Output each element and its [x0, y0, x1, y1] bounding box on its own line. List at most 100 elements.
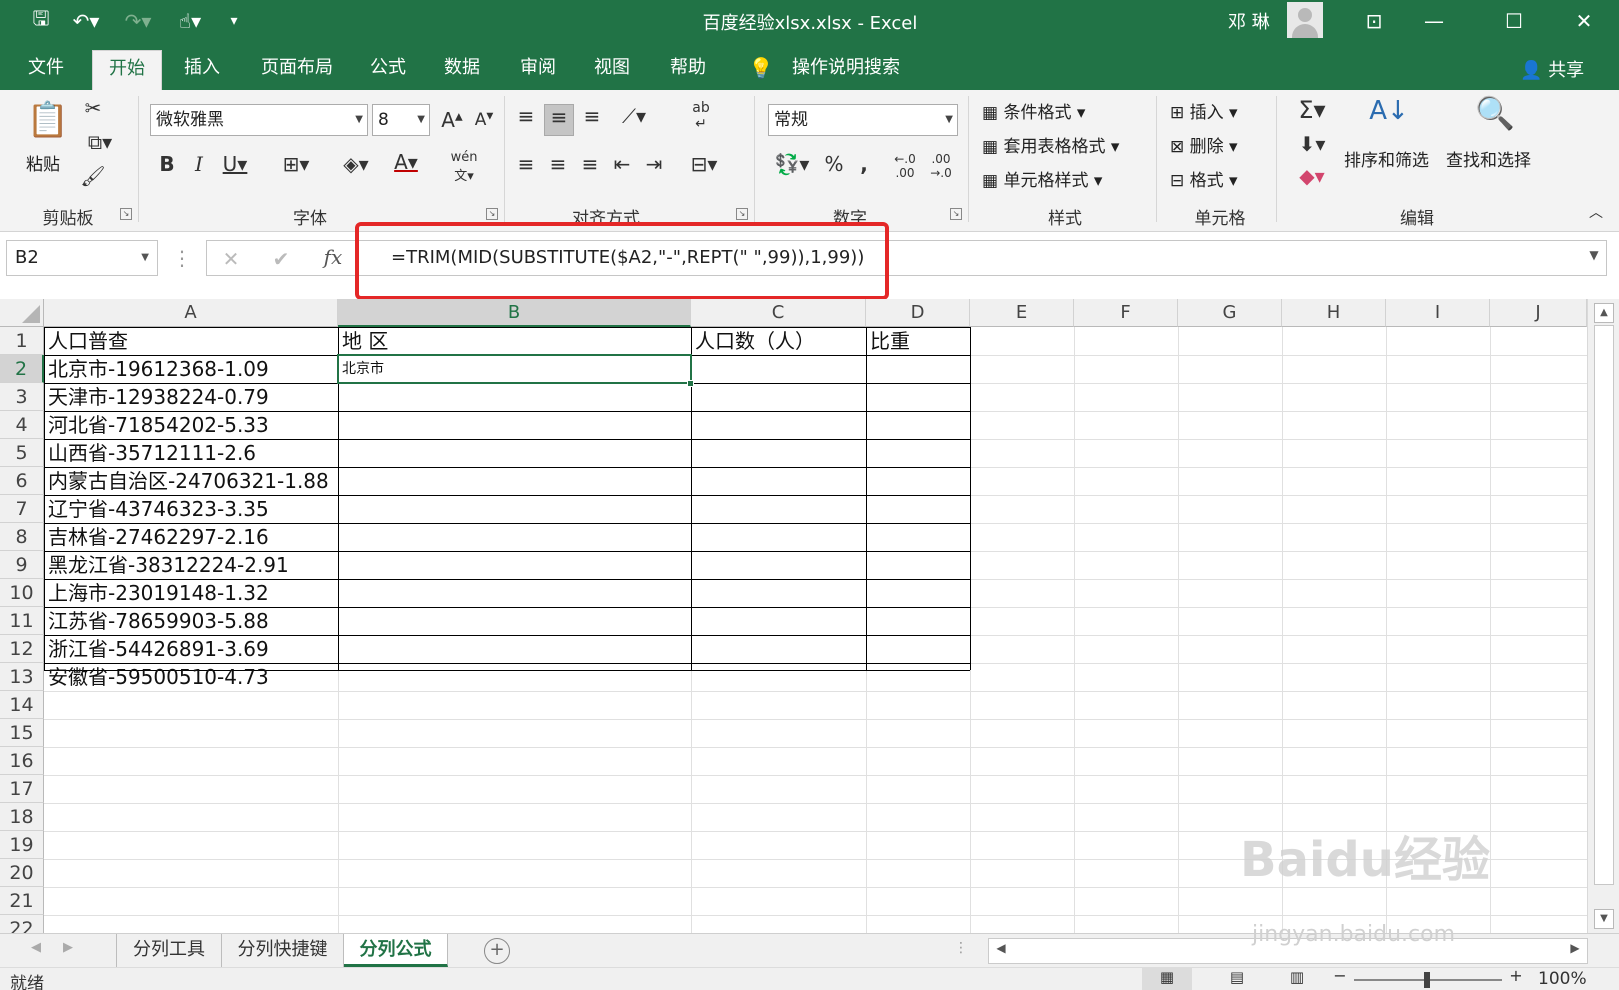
formula-input[interactable]: =TRIM(MID(SUBSTITUTE($A2,"-",REPT(" ",99… [356, 240, 1607, 276]
cell-b1[interactable]: 地 区 [339, 327, 388, 355]
tab-page-layout[interactable]: 页面布局 [252, 50, 342, 90]
close-icon[interactable]: ✕ [1554, 0, 1614, 42]
tell-me-search[interactable]: 操作说明搜索 [786, 50, 906, 90]
tab-file[interactable]: 文件 [18, 50, 74, 90]
col-header-e[interactable]: E [970, 299, 1074, 327]
tab-review[interactable]: 审阅 [510, 50, 566, 90]
row-header[interactable]: 5 [0, 439, 44, 467]
merge-center-icon[interactable]: ⊟▾ [682, 152, 726, 176]
autosum-icon[interactable]: Σ▾ [1292, 96, 1332, 124]
row-header[interactable]: 17 [0, 775, 44, 803]
clear-icon[interactable]: ◆▾ [1292, 164, 1332, 188]
paste-label[interactable]: 粘贴 [26, 150, 60, 175]
cell-c1[interactable]: 人口数（人） [692, 327, 815, 355]
underline-icon[interactable]: U▾ [218, 152, 252, 176]
decrease-indent-icon[interactable]: ⇤ [608, 152, 636, 176]
cell-a[interactable]: 吉林省-27462297-2.16 [45, 523, 269, 551]
row-header[interactable]: 6 [0, 467, 44, 495]
zoom-level[interactable]: 100% [1538, 969, 1587, 989]
avatar[interactable] [1287, 2, 1323, 38]
row-header[interactable]: 13 [0, 663, 44, 691]
cell-a[interactable]: 浙江省-54426891-3.69 [45, 635, 269, 663]
col-header-h[interactable]: H [1282, 299, 1386, 327]
row-header[interactable]: 19 [0, 831, 44, 859]
font-name-combo[interactable]: 微软雅黑 ▼ [150, 104, 368, 136]
name-box[interactable]: B2 ▼ [6, 240, 158, 276]
row-header[interactable]: 22 [0, 915, 44, 933]
cell-a[interactable]: 安徽省-59500510-4.73 [45, 663, 269, 691]
comma-style-icon[interactable]: , [854, 152, 874, 176]
vertical-scroll-thumb[interactable] [1594, 325, 1614, 885]
cell-a[interactable]: 北京市-19612368-1.09 [45, 355, 269, 383]
col-header-b[interactable]: B [338, 299, 691, 327]
format-painter-icon[interactable]: 🖌 [80, 164, 106, 188]
save-icon[interactable]: 🖫 [26, 0, 56, 42]
row-header[interactable]: 4 [0, 411, 44, 439]
fill-handle[interactable] [687, 380, 694, 387]
tab-insert[interactable]: 插入 [174, 50, 230, 90]
row-header[interactable]: 16 [0, 747, 44, 775]
find-select-icon[interactable]: 🔍 [1470, 94, 1520, 132]
prev-sheet-icon[interactable]: ◀ [26, 940, 46, 955]
increase-font-icon[interactable]: A▲ [440, 108, 464, 132]
undo-icon[interactable]: ↶▾ [66, 0, 106, 42]
zoom-in-icon[interactable]: + [1508, 966, 1524, 985]
vertical-scrollbar[interactable]: ▲ ▼ [1587, 299, 1619, 933]
tab-view[interactable]: 视图 [584, 50, 640, 90]
cut-icon[interactable]: ✂ [80, 96, 106, 120]
sort-filter-icon[interactable]: A↓ [1364, 96, 1414, 126]
scroll-right-icon[interactable]: ▶ [1565, 941, 1585, 955]
cell-a[interactable]: 江苏省-78659903-5.88 [45, 607, 269, 635]
col-header-j[interactable]: J [1490, 299, 1587, 327]
cell-a1[interactable]: 人口普查 [45, 327, 128, 355]
italic-icon[interactable]: I [188, 152, 210, 176]
user-name[interactable]: 邓 琳 [1228, 8, 1270, 34]
row-header[interactable]: 1 [0, 327, 44, 355]
cell-a[interactable]: 内蒙古自治区-24706321-1.88 [45, 467, 329, 495]
font-launcher-icon[interactable]: ↘ [486, 208, 498, 220]
number-launcher-icon[interactable]: ↘ [950, 208, 962, 220]
col-header-c[interactable]: C [691, 299, 866, 327]
row-header[interactable]: 18 [0, 803, 44, 831]
insert-cells-button[interactable]: ⊞ 插入 ▾ [1170, 98, 1238, 123]
cell-d1[interactable]: 比重 [867, 327, 910, 355]
scroll-left-icon[interactable]: ◀ [991, 941, 1011, 955]
sheet-tab-split-tool[interactable]: 分列工具 [116, 934, 222, 967]
clipboard-launcher-icon[interactable]: ↘ [120, 208, 132, 220]
cell-a[interactable]: 上海市-23019148-1.32 [45, 579, 269, 607]
fill-icon[interactable]: ⬇▾ [1292, 132, 1332, 156]
alignment-launcher-icon[interactable]: ↘ [736, 208, 748, 220]
cell-a[interactable]: 天津市-12938224-0.79 [45, 383, 269, 411]
ribbon-display-icon[interactable]: ⊡ [1344, 0, 1404, 42]
zoom-slider-thumb[interactable] [1424, 972, 1430, 988]
accounting-format-icon[interactable]: 💱▾ [770, 152, 814, 176]
align-right-icon[interactable]: ≡ [576, 152, 604, 176]
share-button[interactable]: 👤 共享 [1520, 56, 1584, 82]
page-layout-view-icon[interactable]: ▤ [1222, 968, 1252, 986]
align-middle-icon[interactable]: ≡ [544, 104, 574, 136]
number-format-combo[interactable]: 常规 ▼ [768, 104, 958, 136]
increase-indent-icon[interactable]: ⇥ [640, 152, 668, 176]
redo-icon[interactable]: ↷▾ [118, 0, 158, 42]
sheet-tab-split-formula[interactable]: 分列公式 [344, 934, 448, 967]
collapse-ribbon-icon[interactable]: ︿ [1584, 202, 1608, 222]
add-sheet-icon[interactable]: + [484, 938, 510, 964]
maximize-icon[interactable]: ☐ [1484, 0, 1544, 42]
font-size-combo[interactable]: 8 ▼ [372, 104, 430, 136]
row-header[interactable]: 14 [0, 691, 44, 719]
font-color-icon[interactable]: A▾ [386, 150, 426, 174]
find-select-label[interactable]: 查找和选择 [1446, 146, 1531, 171]
bold-icon[interactable]: B [156, 152, 178, 176]
orientation-icon[interactable]: ⟋▾ [614, 104, 654, 128]
row-header[interactable]: 12 [0, 635, 44, 663]
phonetic-icon[interactable]: wén 文▾ [446, 150, 482, 184]
decrease-font-icon[interactable]: A▼ [472, 110, 496, 130]
row-header[interactable]: 9 [0, 551, 44, 579]
increase-decimal-icon[interactable]: ←.0.00 [890, 152, 920, 180]
normal-view-icon[interactable]: ▦ [1142, 968, 1192, 990]
format-cells-button[interactable]: ⊟ 格式 ▾ [1170, 166, 1238, 191]
worksheet-grid[interactable]: A B C D E F G H I J 1 2 3 4 5 6 7 8 9 10… [0, 299, 1619, 933]
row-header[interactable]: 11 [0, 607, 44, 635]
next-sheet-icon[interactable]: ▶ [58, 940, 78, 955]
tab-help[interactable]: 帮助 [660, 50, 716, 90]
